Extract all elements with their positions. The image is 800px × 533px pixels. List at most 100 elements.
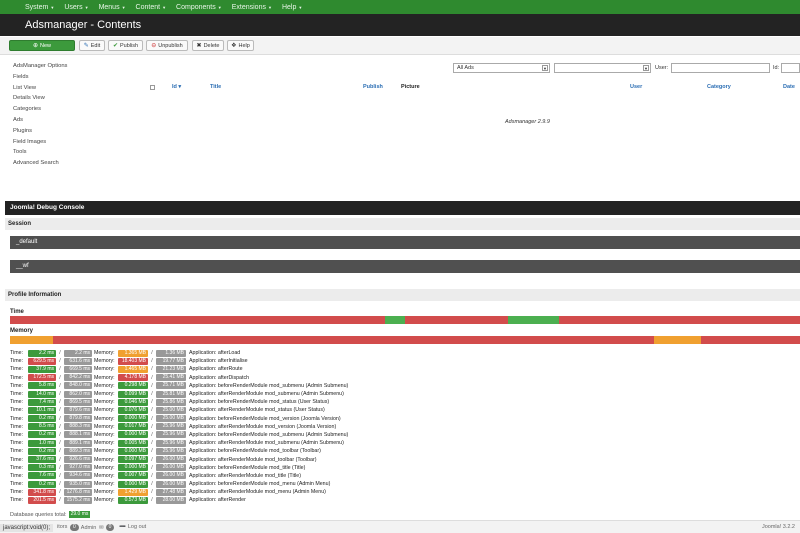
profile-message: Application: afterRenderModule mod_menu …	[189, 489, 326, 496]
nav-system[interactable]: System ▼	[25, 4, 54, 11]
profile-message: Application: afterRoute	[189, 366, 243, 373]
sidebar-item-list-view[interactable]: List View	[13, 83, 133, 94]
sidebar-item-plugins[interactable]: Plugins	[13, 126, 133, 137]
time-badge: 1.0 ms	[28, 439, 56, 447]
separator: /	[151, 489, 153, 496]
memory-bar	[10, 336, 800, 344]
profile-message: Application: afterRenderModule mod_statu…	[189, 407, 325, 414]
check-icon: ✔	[112, 43, 118, 49]
memory-label: Memory:	[94, 423, 115, 430]
time-total-badge: 862.0 ms	[64, 390, 92, 398]
time-total-badge: 935.0 ms	[64, 480, 92, 488]
memory-label: Memory:	[94, 407, 115, 414]
profile-row: Time: 201.5 ms/1575.2 ms Memory: 0.573 MB/2…	[10, 496, 800, 504]
category-filter-select[interactable]: ▼	[554, 63, 651, 73]
separator: /	[59, 407, 61, 414]
time-label: Time:	[10, 456, 24, 463]
memory-label: Memory:	[94, 415, 115, 422]
memory-label: Memory:	[94, 382, 115, 389]
messages-count-badge: 0	[105, 524, 115, 531]
separator: /	[151, 366, 153, 373]
nav-users[interactable]: Users ▼	[64, 4, 88, 11]
time-label: Time:	[10, 489, 24, 496]
time-badge: 0.3 ms	[28, 464, 56, 472]
separator: /	[151, 440, 153, 447]
profile-message: Application: beforeRenderModule mod_titl…	[189, 464, 306, 471]
profile-section-header[interactable]: Profile Information	[5, 289, 800, 301]
edit-button[interactable]: ✎ Edit	[79, 40, 105, 51]
memory-total-badge: 1.36 MB	[156, 349, 186, 357]
profile-message: Application: beforeRenderModule mod_vers…	[189, 415, 341, 422]
memory-bar-label: Memory	[10, 328, 34, 334]
session-item-wf[interactable]: __wf	[10, 260, 800, 273]
memory-badge: 0.005 MB	[118, 439, 148, 447]
time-badge: 10.1 ms	[28, 406, 56, 414]
sidebar-item-fields[interactable]: Fields	[13, 72, 133, 83]
profile-message: Application: afterRenderModule mod_subme…	[189, 440, 344, 447]
memory-badge: 18.403 MB	[118, 357, 148, 365]
sidebar-item-categories[interactable]: Categories	[13, 104, 133, 115]
logout-label: Log out	[127, 524, 147, 530]
nav-components[interactable]: Components ▼	[176, 4, 222, 11]
nav-menus[interactable]: Menus ▼	[99, 4, 126, 11]
memory-label: Memory:	[94, 472, 115, 479]
sidebar-item-details-view[interactable]: Details View	[13, 93, 133, 104]
profile-row: Time: 629.5 ms/631.6 ms Memory: 18.403 MB/1…	[10, 357, 800, 365]
column-header-title[interactable]: Title	[210, 84, 221, 90]
memory-badge: 0.000 MB	[118, 447, 148, 455]
delete-button-label: Delete	[203, 42, 220, 49]
help-button[interactable]: ❖ Help	[227, 40, 254, 51]
column-header-id[interactable]: Id ▾	[172, 84, 181, 90]
plus-icon: ⊕	[32, 43, 38, 49]
memory-total-badge: 25.86 MB	[156, 398, 186, 406]
sidebar-item-field-images[interactable]: Field Images	[13, 137, 133, 148]
caret-down-icon: ▼	[267, 4, 272, 10]
session-item-default[interactable]: _default	[10, 236, 800, 249]
memory-total-badge: 26.00 MB	[156, 480, 186, 488]
time-total-badge: 869.5 ms	[64, 398, 92, 406]
memory-badge: 0.017 MB	[118, 423, 148, 431]
memory-total-badge: 25.81 MB	[156, 390, 186, 398]
nav-content[interactable]: Content ▼	[136, 4, 167, 11]
profile-message: Application: afterRenderModule mod_subme…	[189, 391, 344, 398]
memory-total-badge: 28.00 MB	[156, 496, 186, 504]
nav-help[interactable]: Help ▼	[282, 4, 302, 11]
ads-filter-select[interactable]: All Ads ▼	[453, 63, 550, 73]
session-section-header[interactable]: Session	[5, 218, 800, 230]
time-total-badge: 889.1 ms	[64, 439, 92, 447]
memory-total-badge: 25.00 MB	[156, 406, 186, 414]
component-version: Adsmanager 2.9.9	[505, 119, 550, 125]
separator: /	[151, 481, 153, 488]
select-all-checkbox[interactable]	[150, 85, 155, 90]
memory-badge: 0.298 MB	[118, 382, 148, 390]
new-button[interactable]: ⊕ New	[9, 40, 75, 51]
sidebar-item-options[interactable]: AdsManager Options	[13, 61, 133, 72]
time-total-badge: 927.0 ms	[64, 464, 92, 472]
user-filter-input[interactable]	[671, 63, 770, 73]
column-header-category[interactable]: Category	[707, 84, 731, 90]
separator: /	[59, 350, 61, 357]
caret-down-icon: ▼	[84, 4, 89, 10]
publish-button[interactable]: ✔ Publish	[108, 40, 143, 51]
unpublish-button[interactable]: ⊖ Unpublish	[146, 40, 188, 51]
delete-button[interactable]: ✖ Delete	[192, 40, 224, 51]
logout-link[interactable]: ➖ Log out	[119, 524, 146, 530]
time-badge: 0.2 ms	[28, 431, 56, 439]
nav-label: Menus	[98, 3, 120, 11]
separator: /	[151, 391, 153, 398]
admin-users-status[interactable]: 0 Admin	[70, 524, 96, 531]
separator: /	[151, 431, 153, 438]
time-total-badge: 1575.2 ms	[64, 496, 92, 504]
separator: /	[59, 358, 61, 365]
separator: /	[151, 415, 153, 422]
sidebar-item-ads[interactable]: Ads	[13, 115, 133, 126]
column-header-user[interactable]: User	[630, 84, 642, 90]
id-filter-input[interactable]	[781, 63, 800, 73]
column-header-publish[interactable]: Publish	[363, 84, 383, 90]
sidebar-item-advanced-search[interactable]: Advanced Search	[13, 158, 133, 169]
messages-status[interactable]: ✉ 0	[99, 524, 115, 531]
sidebar-item-tools[interactable]: Tools	[13, 147, 133, 158]
nav-extensions[interactable]: Extensions ▼	[232, 4, 272, 11]
column-header-date[interactable]: Date	[783, 84, 795, 90]
time-total-badge: 631.6 ms	[64, 357, 92, 365]
